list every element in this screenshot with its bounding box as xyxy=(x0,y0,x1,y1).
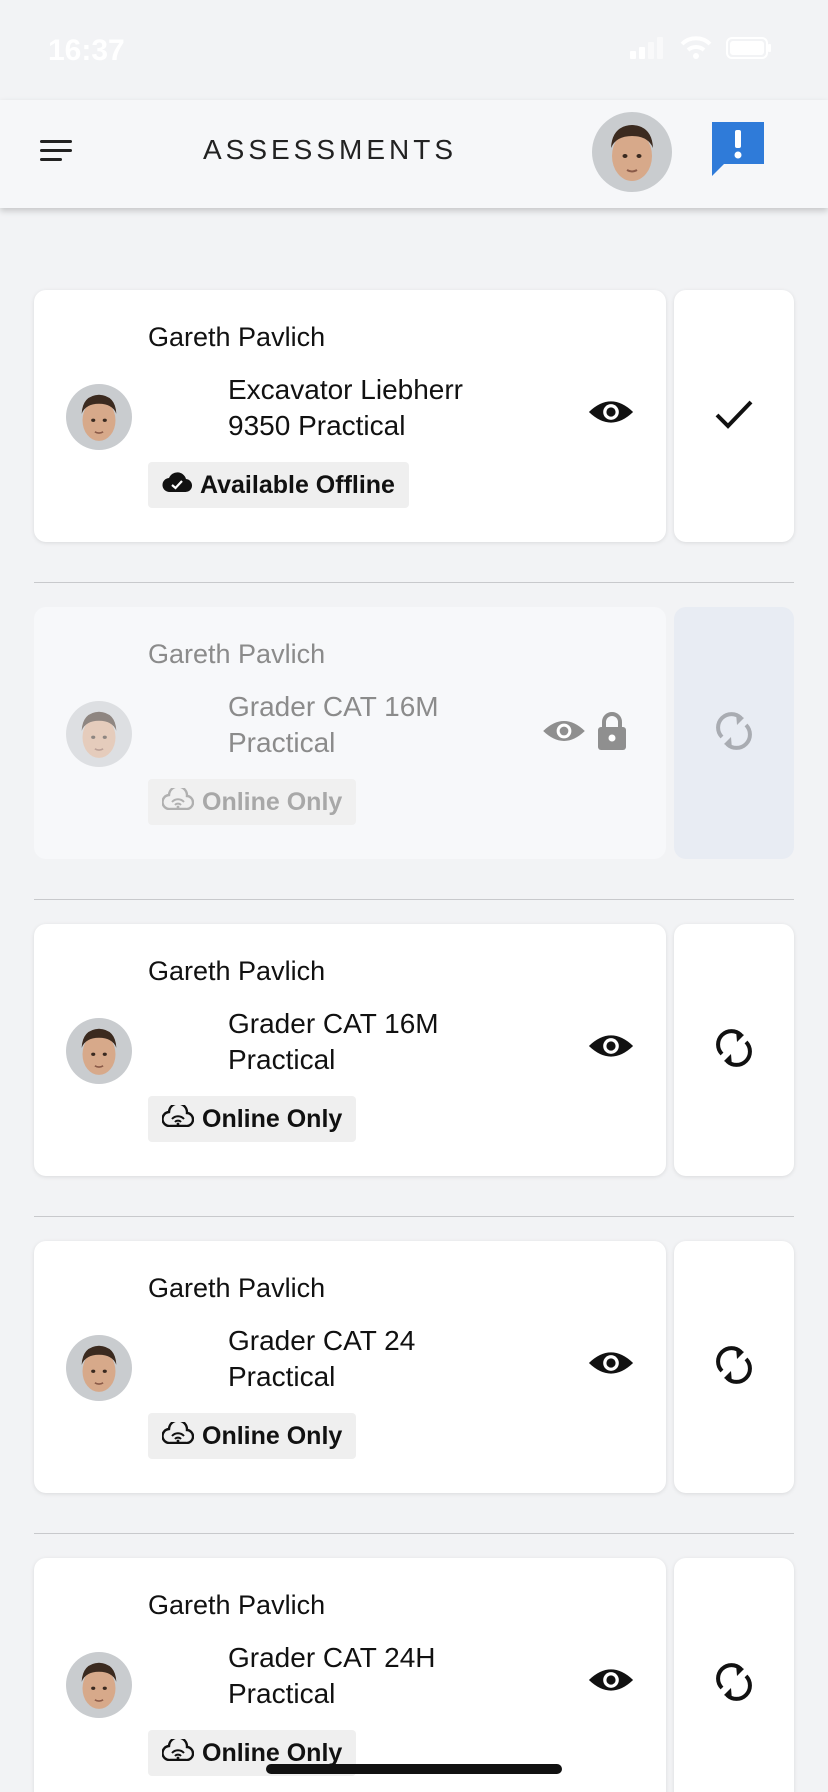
user-avatar[interactable] xyxy=(592,112,672,192)
assessment-card[interactable]: Gareth Pavlich Grader CAT 24H Practical … xyxy=(34,1558,666,1792)
card-actions xyxy=(542,711,628,756)
list-divider xyxy=(34,1216,794,1217)
sync-button[interactable] xyxy=(674,924,794,1176)
cloud-wifi-icon xyxy=(161,1418,195,1451)
sync-button[interactable] xyxy=(674,607,794,859)
assessment-title: Grader CAT 24 Practical xyxy=(228,1325,416,1392)
status-bar: 16:37 xyxy=(0,0,828,100)
app-header: ASSESSMENTS xyxy=(0,100,828,208)
signal-icon xyxy=(630,36,666,64)
sync-button[interactable] xyxy=(674,1558,794,1792)
feedback-button[interactable] xyxy=(708,118,768,178)
assessor-name: Gareth Pavlich xyxy=(148,1273,326,1303)
assessment-row: Gareth Pavlich Grader CAT 16M Practical … xyxy=(34,924,794,1176)
wifi-icon xyxy=(680,35,712,65)
home-indicator xyxy=(266,1764,562,1774)
assessment-row: Gareth Pavlich Excavator Liebherr 9350 P… xyxy=(34,290,794,542)
availability-badge-label: Available Offline xyxy=(200,470,395,499)
page-title: ASSESSMENTS xyxy=(202,134,458,165)
cloud-wifi-icon xyxy=(161,1735,195,1768)
menu-button[interactable] xyxy=(40,140,72,166)
assessment-title: Grader CAT 16M Practical xyxy=(228,691,439,758)
assessor-name: Gareth Pavlich xyxy=(148,1590,326,1620)
assessor-name: Gareth Pavlich xyxy=(148,639,326,669)
sync-icon xyxy=(714,1343,754,1392)
cloud-wifi-icon xyxy=(161,784,195,817)
assessment-card[interactable]: Gareth Pavlich Grader CAT 16M Practical … xyxy=(34,607,666,859)
assessor-avatar xyxy=(66,1335,132,1401)
assessor-avatar xyxy=(66,1652,132,1718)
cloud-check-icon xyxy=(162,471,193,500)
availability-badge-label: Online Only xyxy=(202,787,343,816)
assessment-title: Grader CAT 24H Practical xyxy=(228,1642,436,1709)
assessor-avatar xyxy=(66,384,132,450)
list-divider xyxy=(34,899,794,900)
assessment-row: Gareth Pavlich Grader CAT 16M Practical … xyxy=(34,607,794,859)
sync-icon xyxy=(714,709,754,758)
alert-message-icon xyxy=(708,122,768,182)
lock-icon xyxy=(596,711,628,756)
availability-badge-label: Online Only xyxy=(202,1104,343,1133)
status-time: 16:37 xyxy=(48,34,125,67)
view-icon[interactable] xyxy=(542,718,586,749)
availability-badge: Available Offline xyxy=(148,462,409,508)
view-icon[interactable] xyxy=(588,1666,634,1699)
availability-badge-label: Online Only xyxy=(202,1421,343,1450)
view-icon[interactable] xyxy=(588,1349,634,1382)
assessment-card[interactable]: Gareth Pavlich Grader CAT 16M Practical … xyxy=(34,924,666,1176)
cloud-wifi-icon xyxy=(161,1101,195,1134)
sync-icon xyxy=(714,1660,754,1709)
assessor-avatar xyxy=(66,701,132,767)
battery-icon xyxy=(726,36,772,64)
availability-badge: Online Only xyxy=(148,1413,357,1459)
list-divider xyxy=(34,1533,794,1534)
assessment-title: Excavator Liebherr 9350 Practical xyxy=(228,374,464,441)
assessment-card[interactable]: Gareth Pavlich Excavator Liebherr 9350 P… xyxy=(34,290,666,542)
assessor-name: Gareth Pavlich xyxy=(148,956,326,986)
sync-button[interactable] xyxy=(674,1241,794,1493)
availability-badge: Online Only xyxy=(148,779,357,825)
assessment-list: Gareth Pavlich Excavator Liebherr 9350 P… xyxy=(34,290,794,1792)
assessment-card[interactable]: Gareth Pavlich Grader CAT 24 Practical O… xyxy=(34,1241,666,1493)
assessor-name: Gareth Pavlich xyxy=(148,322,326,352)
view-icon[interactable] xyxy=(588,398,634,431)
assessment-row: Gareth Pavlich Grader CAT 24 Practical O… xyxy=(34,1241,794,1493)
assessment-row: Gareth Pavlich Grader CAT 24H Practical … xyxy=(34,1558,794,1792)
list-divider xyxy=(34,582,794,583)
check-icon xyxy=(714,398,754,435)
assessor-avatar xyxy=(66,1018,132,1084)
availability-badge: Online Only xyxy=(148,1096,357,1142)
status-icons xyxy=(630,34,772,66)
assessment-title: Grader CAT 16M Practical xyxy=(228,1008,439,1075)
complete-button[interactable] xyxy=(674,290,794,542)
view-icon[interactable] xyxy=(588,1032,634,1065)
sync-icon xyxy=(714,1026,754,1075)
